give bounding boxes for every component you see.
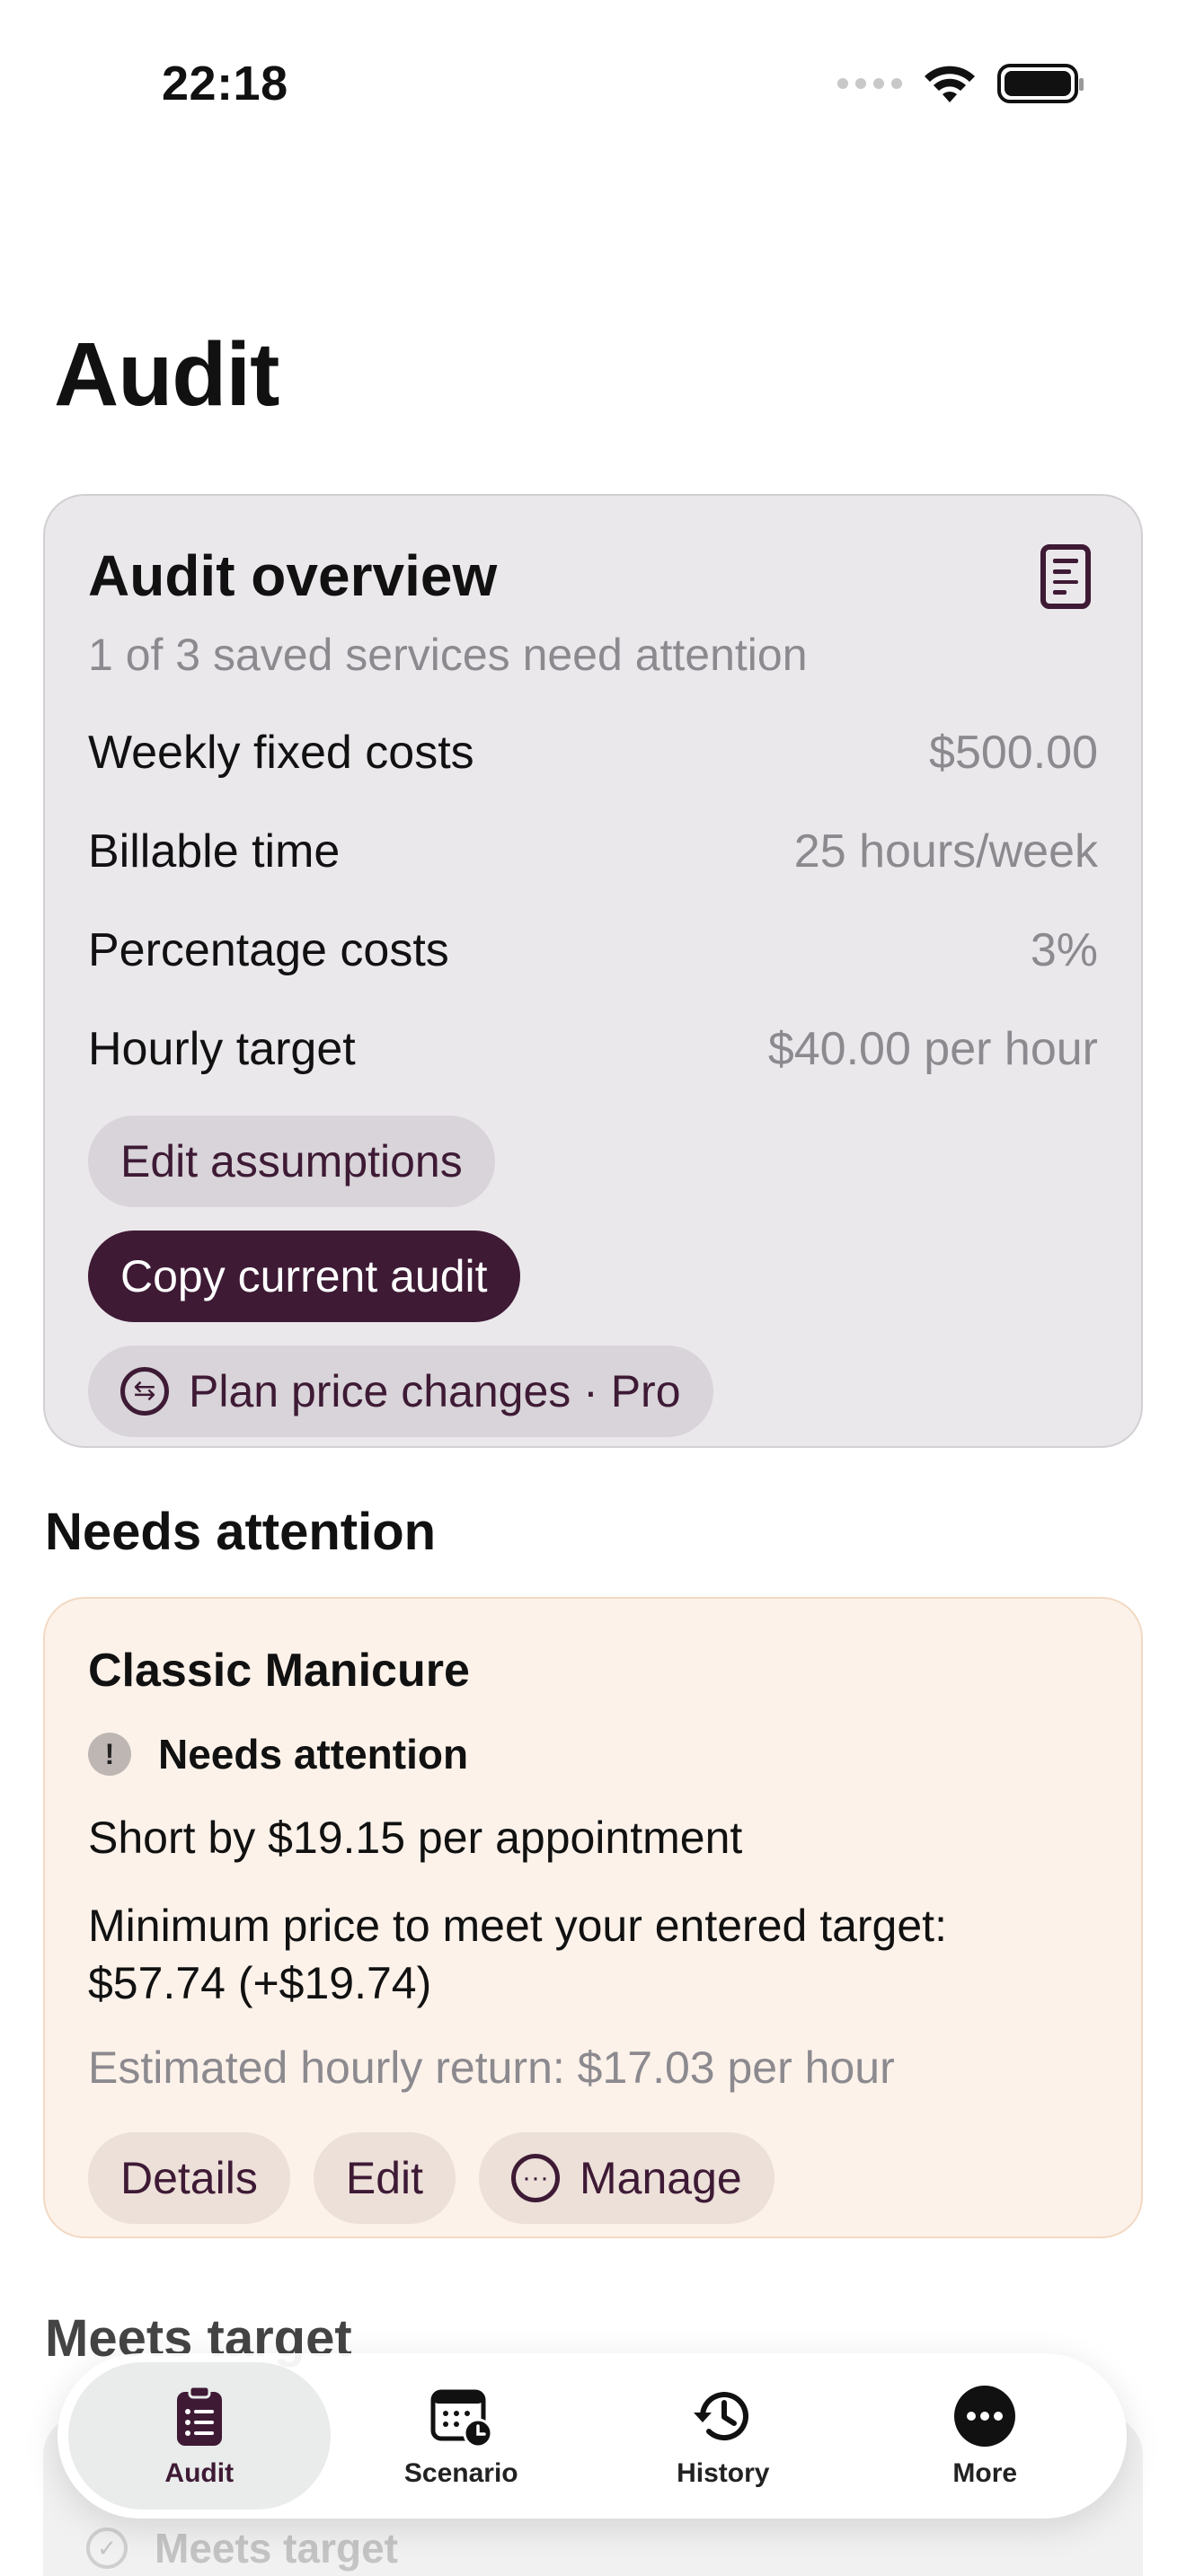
plan-price-changes-button[interactable]: ⇆ Plan price changes · Pro	[88, 1345, 713, 1437]
service-name: Classic Manicure	[88, 1645, 470, 1697]
meets-target-status: ✓ Meets target	[86, 2524, 398, 2572]
needs-attention-heading: Needs attention	[45, 1503, 437, 1561]
service-actions: Details Edit ··· Manage	[88, 2132, 1098, 2224]
calendar-clock-icon	[430, 2389, 493, 2448]
status-text: Needs attention	[158, 1731, 469, 1778]
button-label: Copy current audit	[120, 1251, 488, 1301]
row-value: $500.00	[929, 727, 1098, 779]
weekly-fixed-costs-row: Weekly fixed costs $500.00	[88, 726, 1098, 780]
copy-current-audit-button[interactable]: Copy current audit	[88, 1231, 520, 1322]
row-value: 25 hours/week	[793, 825, 1098, 878]
status-line: ! Needs attention	[88, 1730, 1098, 1778]
button-label: Edit assumptions	[120, 1136, 463, 1187]
hourly-target-row: Hourly target $40.00 per hour	[88, 1022, 1098, 1076]
button-label: Details	[120, 2153, 258, 2203]
service-card-classic-manicure[interactable]: Classic Manicure ! Needs attention Short…	[43, 1597, 1143, 2238]
button-label: Edit	[345, 2153, 424, 2203]
history-icon	[693, 2392, 748, 2441]
tab-audit[interactable]: Audit	[68, 2362, 331, 2510]
details-button[interactable]: Details	[88, 2132, 290, 2224]
tab-more[interactable]: More	[854, 2362, 1117, 2510]
tab-scenario[interactable]: Scenario	[331, 2362, 593, 2510]
ellipsis-circle-icon: ···	[511, 2154, 561, 2202]
cellular-signal-icon	[837, 78, 902, 89]
button-label: Manage	[580, 2153, 742, 2203]
row-label: Weekly fixed costs	[88, 727, 474, 779]
status-text: Meets target	[155, 2525, 398, 2572]
tab-label: More	[952, 2458, 1018, 2488]
tab-bar: Audit Scenario History More	[58, 2353, 1127, 2519]
button-label: Plan price changes · Pro	[189, 1366, 681, 1416]
wifi-icon	[925, 66, 975, 102]
percentage-costs-row: Percentage costs 3%	[88, 923, 1098, 977]
short-by-text: Short by $19.15 per appointment	[88, 1813, 743, 1863]
row-label: Billable time	[88, 825, 341, 878]
overview-title: Audit overview	[88, 543, 498, 608]
status-time: 22:18	[162, 57, 288, 110]
minimum-price-text: Minimum price to meet your entered targe…	[88, 1901, 947, 2008]
row-value: $40.00 per hour	[767, 1023, 1098, 1075]
edit-assumptions-button[interactable]: Edit assumptions	[88, 1116, 495, 1207]
page-title: Audit	[54, 324, 279, 425]
manage-button[interactable]: ··· Manage	[479, 2132, 774, 2224]
overview-subtitle: 1 of 3 saved services need attention	[88, 630, 808, 680]
row-value: 3%	[1030, 924, 1098, 976]
audit-overview-card: Audit overview 1 of 3 saved services nee…	[43, 494, 1143, 1448]
tab-history[interactable]: History	[592, 2362, 854, 2510]
battery-icon	[997, 64, 1084, 103]
tab-label: Audit	[164, 2458, 235, 2488]
hourly-return-text: Estimated hourly return: $17.03 per hour	[88, 2042, 895, 2093]
billable-time-row: Billable time 25 hours/week	[88, 825, 1098, 878]
document-icon[interactable]	[1040, 544, 1091, 609]
row-label: Percentage costs	[88, 924, 449, 976]
swap-arrows-icon: ⇆	[120, 1367, 169, 1416]
checkmark-icon: ✓	[86, 2527, 128, 2569]
overview-actions: Edit assumptions Copy current audit ⇆ Pl…	[88, 1116, 1098, 1437]
tab-label: History	[677, 2458, 770, 2488]
row-label: Hourly target	[88, 1023, 356, 1075]
clipboard-list-icon	[176, 2385, 222, 2446]
status-icons	[837, 63, 1084, 104]
exclamation-icon: !	[88, 1733, 131, 1776]
ellipsis-circle-icon	[954, 2386, 1016, 2447]
tab-label: Scenario	[403, 2458, 518, 2488]
edit-button[interactable]: Edit	[313, 2132, 456, 2224]
